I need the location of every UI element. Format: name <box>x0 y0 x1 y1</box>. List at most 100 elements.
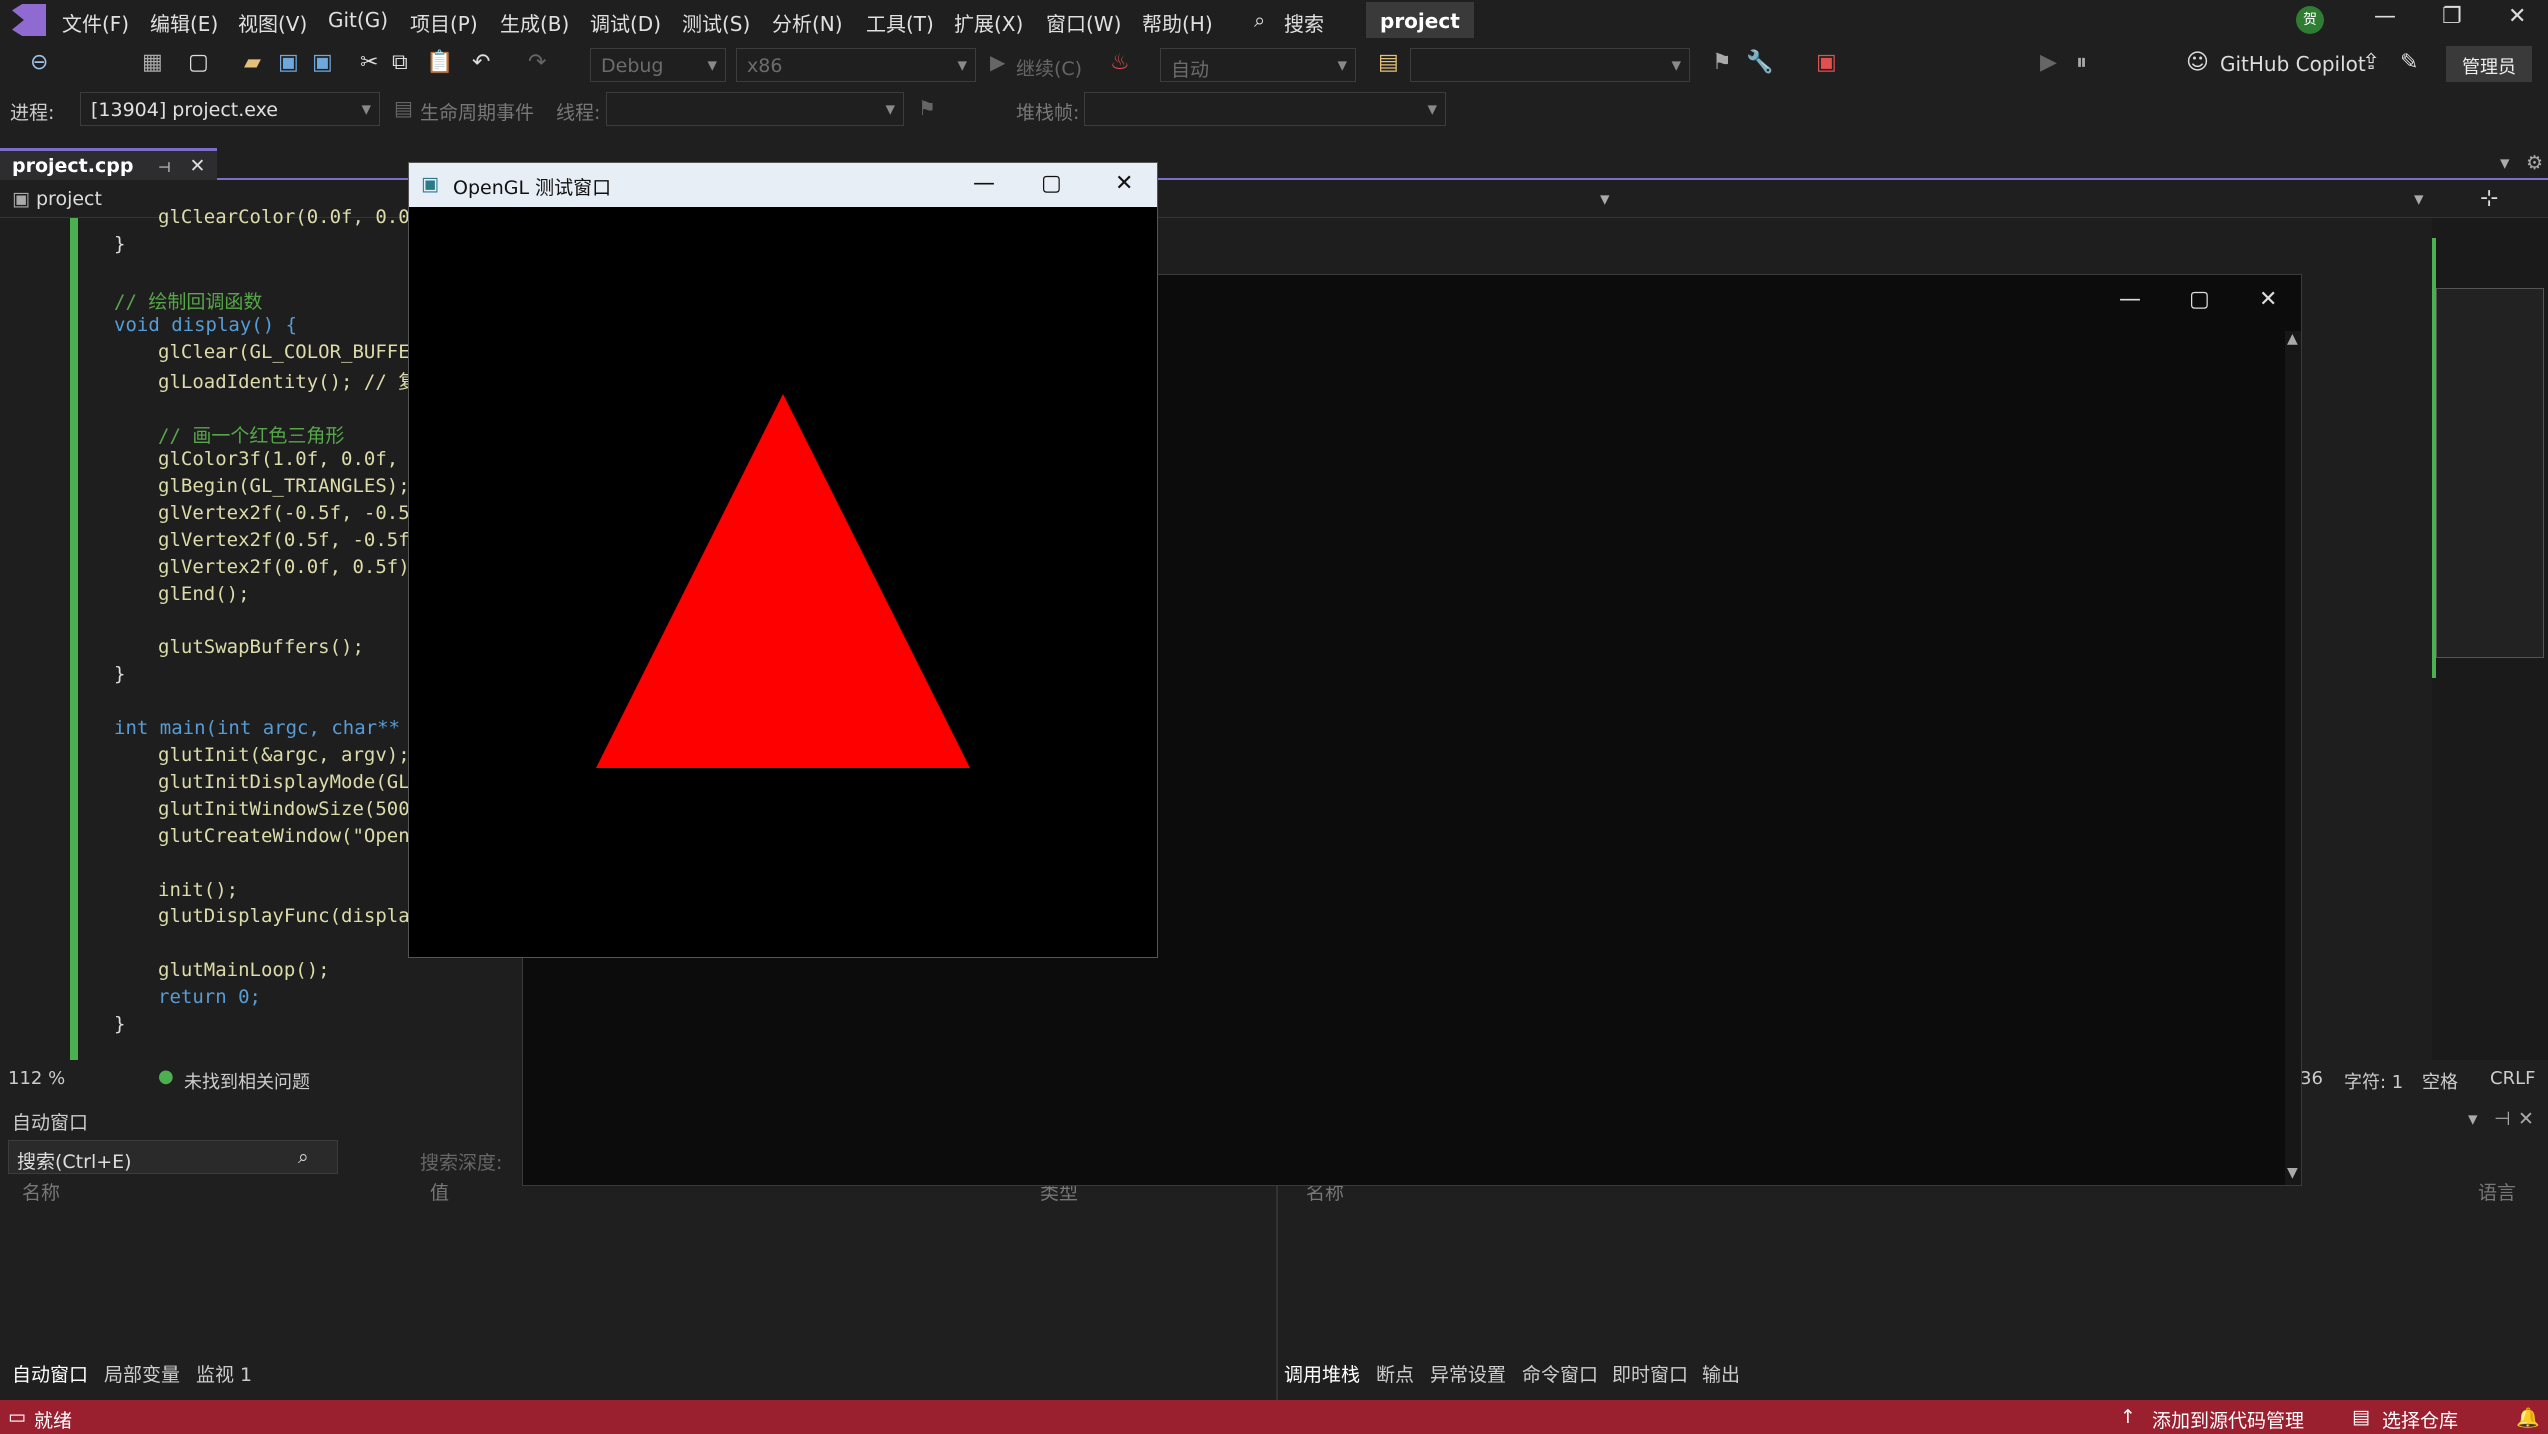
member-dropdown2-icon[interactable]: ▾ <box>2414 188 2424 210</box>
code-line[interactable]: } <box>114 1013 125 1035</box>
hot-reload-icon[interactable]: ♨ <box>1110 50 1130 75</box>
panel-close-icon[interactable]: ✕ <box>2518 1108 2534 1130</box>
copilot-icon[interactable]: ☺ <box>2186 50 2209 75</box>
code-line[interactable]: glutInitDisplayMode(GLU <box>158 771 421 793</box>
panel-divider[interactable] <box>1276 1156 1278 1406</box>
code-line[interactable]: // 绘制回调函数 <box>114 287 262 314</box>
code-line[interactable]: glEnd(); <box>158 583 250 605</box>
stackframe-dropdown[interactable] <box>1084 92 1446 126</box>
menu-extensions[interactable]: 扩展(X) <box>954 8 1023 37</box>
tab-watch[interactable]: 监视 1 <box>196 1360 252 1387</box>
code-line[interactable]: glutInitWindowSize(500, <box>158 798 421 820</box>
char-position[interactable]: 字符: 1 <box>2344 1068 2403 1094</box>
menu-view[interactable]: 视图(V) <box>238 8 307 37</box>
tab-locals[interactable]: 局部变量 <box>104 1360 180 1387</box>
search-icon[interactable]: ⌕ <box>298 1146 309 1168</box>
tab-project-cpp[interactable]: project.cpp ⊣ ✕ <box>0 148 218 180</box>
undo-icon[interactable]: ↶ <box>472 50 490 75</box>
tab-close-icon[interactable]: ✕ <box>190 155 206 177</box>
console-minimize-icon[interactable]: — <box>2119 287 2141 312</box>
console-maximize-icon[interactable]: ▢ <box>2189 287 2210 312</box>
wrench-icon[interactable]: 🔧 <box>1746 50 1773 75</box>
console-close-icon[interactable]: ✕ <box>2259 287 2277 312</box>
new-project-icon[interactable]: ▦ <box>142 50 163 75</box>
continue-button[interactable]: 继续(C) <box>1016 54 1082 81</box>
code-line[interactable]: glClearColor(0.0f, 0.0f <box>158 206 421 228</box>
process-dropdown[interactable]: [13904] project.exe <box>80 92 380 126</box>
console-scrollbar[interactable]: ▲ ▼ <box>2285 331 2301 1185</box>
auto-dropdown[interactable]: 自动 <box>1160 48 1356 82</box>
code-line[interactable]: glVertex2f(-0.5f, -0.5f <box>158 502 421 524</box>
line-ending[interactable]: CRLF <box>2490 1068 2535 1089</box>
target-dropdown[interactable] <box>1410 48 1690 82</box>
copy-icon[interactable]: ⧉ <box>392 50 408 75</box>
search-label[interactable]: 搜索 <box>1284 8 1324 37</box>
save-all-icon[interactable]: ▣ <box>312 50 333 75</box>
minimap-viewport[interactable] <box>2436 288 2544 658</box>
code-line[interactable]: } <box>114 233 125 255</box>
menu-edit[interactable]: 编辑(E) <box>150 8 218 37</box>
tab-exceptions[interactable]: 异常设置 <box>1430 1360 1506 1387</box>
code-line[interactable]: init(); <box>158 879 238 901</box>
menu-tools[interactable]: 工具(T) <box>866 8 934 37</box>
code-line[interactable]: glBegin(GL_TRIANGLES); <box>158 475 410 497</box>
issues-status[interactable]: 未找到相关问题 <box>184 1068 310 1094</box>
code-line[interactable]: glutInit(&argc, argv); <box>158 744 410 766</box>
restore-icon[interactable]: ❐ <box>2442 4 2462 29</box>
copilot-button[interactable]: GitHub Copilot <box>2220 52 2366 76</box>
config-dropdown[interactable]: Debug <box>590 48 726 82</box>
code-line[interactable]: glColor3f(1.0f, 0.0f, 0 <box>158 448 421 470</box>
pause-icon[interactable]: ⏸ <box>2076 50 2087 75</box>
code-line[interactable]: void display() { <box>114 314 297 336</box>
select-repo[interactable]: 选择仓库 <box>2382 1406 2458 1433</box>
code-line[interactable]: glLoadIdentity(); // 复 <box>158 367 417 394</box>
code-line[interactable]: } <box>114 663 125 685</box>
code-line[interactable]: // 画一个红色三角形 <box>158 421 344 448</box>
menu-window[interactable]: 窗口(W) <box>1046 8 1121 37</box>
autos-search-input[interactable]: 搜索(Ctrl+E) <box>8 1140 338 1174</box>
back-icon[interactable]: ⊖ <box>30 50 48 75</box>
close-icon[interactable]: ✕ <box>2508 4 2526 29</box>
menu-project[interactable]: 项目(P) <box>410 8 478 37</box>
new-file-icon[interactable]: ▢ <box>188 50 209 75</box>
code-line[interactable]: glClear(GL_COLOR_BUFFER <box>158 341 421 363</box>
menu-build[interactable]: 生成(B) <box>500 8 569 37</box>
gl-minimize-icon[interactable]: — <box>973 171 995 196</box>
thread-dropdown[interactable] <box>606 92 904 126</box>
share-icon[interactable]: ⇪ <box>2362 50 2380 75</box>
menu-debug[interactable]: 调试(D) <box>590 8 661 37</box>
minimize-icon[interactable]: — <box>2374 4 2396 29</box>
zoom-level[interactable]: 112 % <box>8 1068 65 1089</box>
tab-output[interactable]: 输出 <box>1702 1360 1740 1387</box>
pin-icon[interactable]: ⊣ <box>158 160 171 176</box>
menu-test[interactable]: 测试(S) <box>682 8 750 37</box>
repo-icon[interactable]: ▤ <box>2352 1406 2370 1428</box>
browse-icon[interactable]: ▤ <box>1378 50 1399 75</box>
toolbox-icon[interactable]: ▣ <box>1816 50 1837 75</box>
search-icon[interactable]: ⌕ <box>1254 8 1265 32</box>
code-line[interactable]: glVertex2f(0.5f, -0.5f) <box>158 529 421 551</box>
play-icon[interactable]: ▶ <box>990 50 1005 74</box>
add-source-control[interactable]: 添加到源代码管理 <box>2152 1406 2304 1433</box>
gl-maximize-icon[interactable]: ▢ <box>1041 171 1062 196</box>
visual-studio-logo-icon[interactable] <box>12 4 46 36</box>
lifecycle-events[interactable]: 生命周期事件 <box>420 98 534 125</box>
whitespace-mode[interactable]: 空格 <box>2422 1068 2458 1094</box>
code-line[interactable]: glutMainLoop(); <box>158 959 330 981</box>
run-icon[interactable]: ▶ <box>2040 50 2057 75</box>
scroll-up-icon[interactable]: ▲ <box>2287 331 2298 347</box>
tab-overflow-icon[interactable]: ▾ <box>2500 152 2510 174</box>
menu-file[interactable]: 文件(F) <box>62 8 129 37</box>
open-folder-icon[interactable]: ▰ <box>244 50 261 75</box>
column-number[interactable]: 36 <box>2300 1068 2323 1089</box>
cut-icon[interactable]: ✂ <box>360 50 378 75</box>
settings-icon[interactable]: ⚙ <box>2526 152 2543 174</box>
menu-analyze[interactable]: 分析(N) <box>772 8 843 37</box>
code-line[interactable]: int main(int argc, char** a <box>114 717 423 739</box>
lifecycle-icon[interactable]: ▤ <box>394 96 413 120</box>
tab-breakpoints[interactable]: 断点 <box>1376 1360 1414 1387</box>
menu-help[interactable]: 帮助(H) <box>1142 8 1213 37</box>
tab-call-stack[interactable]: 调用堆栈 <box>1284 1360 1360 1387</box>
feedback-icon[interactable]: ✎ <box>2400 50 2418 75</box>
code-line[interactable]: glutSwapBuffers(); <box>158 636 364 658</box>
